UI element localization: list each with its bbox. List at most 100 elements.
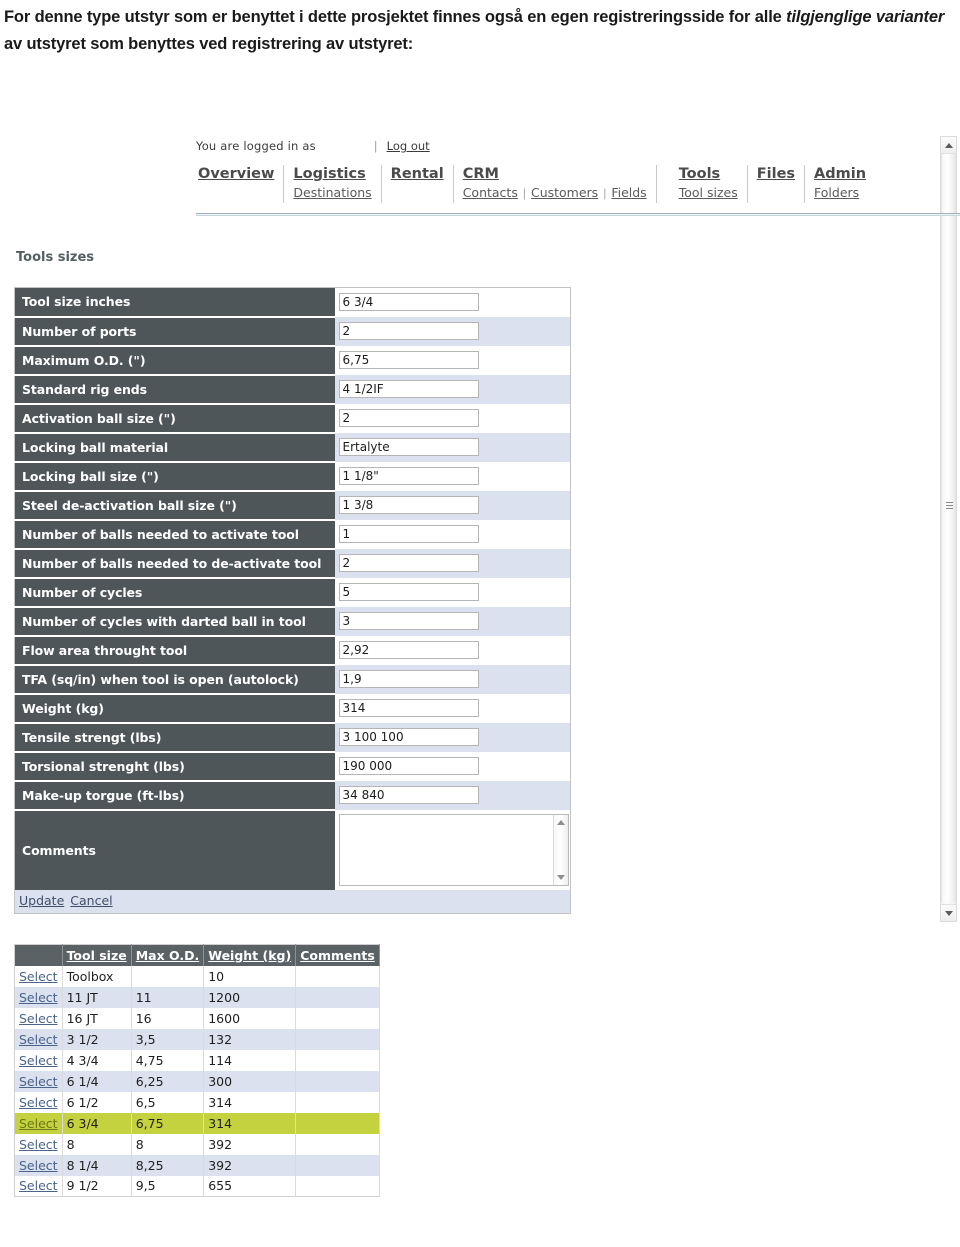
select-row-link[interactable]: Select [19, 1178, 58, 1193]
table-header-weight-kg[interactable]: Weight (kg) [203, 944, 297, 966]
form-field-input[interactable] [338, 525, 479, 543]
form-field-input[interactable] [338, 612, 479, 630]
chevron-up-icon[interactable] [556, 819, 565, 825]
select-row-link[interactable]: Select [19, 1137, 58, 1152]
table-row: Select 4 3/4 4,75 114 [14, 1049, 380, 1071]
select-row-link[interactable]: Select [19, 990, 58, 1005]
form-row-value-cell [334, 345, 571, 375]
form-row-value-cell [334, 519, 571, 549]
chevron-down-icon[interactable] [556, 874, 565, 880]
comments-scrollbar[interactable] [552, 814, 568, 885]
table-row: Select 11 JT 11 1200 [14, 986, 380, 1008]
form-field-input[interactable] [338, 670, 479, 688]
form-row-value-cell [334, 606, 571, 636]
nav-item-admin[interactable]: Admin [814, 165, 866, 184]
table-cell-comments [295, 1175, 380, 1197]
nav-item-rental[interactable]: Rental [391, 165, 444, 184]
select-row-link[interactable]: Select [19, 1011, 58, 1026]
form-field-input[interactable] [338, 728, 479, 746]
scrollbar-thumb[interactable] [941, 154, 956, 902]
table-cell-comments [295, 1070, 380, 1092]
form-row-value-cell [334, 722, 571, 752]
table-cell-tool-size: 3 1/2 [62, 1028, 132, 1050]
form-field-input[interactable] [338, 293, 479, 312]
column-sort-link[interactable]: Tool size [67, 948, 127, 963]
nav-subitems-tools: Tool sizes [679, 185, 738, 200]
form-row-value-cell [334, 461, 571, 491]
scroll-up-button[interactable] [941, 137, 956, 154]
form-row-value-cell [334, 577, 571, 607]
form-field-input[interactable] [338, 467, 479, 485]
nav-subitem-destinations[interactable]: Destinations [293, 185, 371, 200]
table-cell-comments [295, 986, 380, 1008]
form-row-value-cell [334, 287, 571, 317]
form-field-input[interactable] [338, 757, 479, 775]
logout-link[interactable]: Log out [387, 139, 430, 153]
scroll-down-button[interactable] [941, 904, 956, 921]
form-actions-cell: Update Cancel [14, 889, 571, 914]
table-cell-weight: 314 [203, 1091, 297, 1113]
table-cell-select: Select [14, 1049, 63, 1071]
form-row-label: Number of cycles [14, 577, 335, 608]
update-link[interactable]: Update [19, 893, 64, 908]
form-field-input[interactable] [338, 496, 479, 514]
nav-group-rental: Rental [380, 165, 453, 203]
table-row: Select 9 1/2 9,5 655 [14, 1175, 380, 1197]
column-sort-link[interactable]: Max O.D. [136, 948, 200, 963]
column-sort-link[interactable]: Weight (kg) [208, 948, 291, 963]
select-row-link[interactable]: Select [19, 969, 58, 984]
form-row: Torsional strenght (lbs) [14, 751, 571, 782]
comments-textarea[interactable] [338, 813, 569, 886]
select-row-link[interactable]: Select [19, 1032, 58, 1047]
cancel-link[interactable]: Cancel [70, 893, 112, 908]
form-field-input[interactable] [338, 786, 479, 804]
table-cell-select: Select [14, 1112, 63, 1134]
form-row-label: TFA (sq/in) when tool is open (autolock) [14, 664, 335, 695]
table-row: Select 6 1/2 6,5 314 [14, 1091, 380, 1113]
select-row-link[interactable]: Select [19, 1158, 58, 1173]
form-field-input[interactable] [338, 699, 479, 717]
vertical-scrollbar[interactable] [940, 136, 957, 922]
form-field-input[interactable] [338, 380, 479, 398]
table-cell-comments [295, 1112, 380, 1134]
table-header-max-o-d[interactable]: Max O.D. [131, 944, 205, 966]
table-row: Select 16 JT 16 1600 [14, 1007, 380, 1029]
select-row-link[interactable]: Select [19, 1095, 58, 1110]
column-sort-link[interactable]: Comments [300, 948, 375, 963]
nav-subitem-customers[interactable]: Customers [531, 185, 598, 200]
nav-subitem-contacts[interactable]: Contacts [463, 185, 518, 200]
table-cell-select: Select [14, 1133, 63, 1155]
form-field-input[interactable] [338, 583, 479, 601]
form-field-input[interactable] [338, 351, 479, 369]
select-row-link[interactable]: Select [19, 1053, 58, 1068]
nav-item-overview[interactable]: Overview [198, 165, 274, 184]
nav-subitem-fields[interactable]: Fields [611, 185, 646, 200]
form-row-value-cell [334, 374, 571, 404]
nav-item-tools[interactable]: Tools [679, 165, 738, 184]
select-row-link[interactable]: Select [19, 1116, 58, 1131]
table-header-comments[interactable]: Comments [295, 944, 380, 966]
table-cell-max-od: 11 [131, 986, 205, 1008]
form-field-input[interactable] [338, 409, 479, 427]
table-header-tool-size[interactable]: Tool size [62, 944, 132, 966]
form-field-input[interactable] [338, 322, 479, 340]
form-field-input[interactable] [338, 438, 479, 456]
nav-item-files[interactable]: Files [757, 165, 795, 184]
intro-text-emphasis: tilgjenglige varianter [786, 8, 945, 26]
nav-subitem-folders[interactable]: Folders [814, 185, 859, 200]
nav-item-crm[interactable]: CRM [463, 165, 647, 184]
table-cell-weight: 655 [203, 1175, 297, 1197]
table-cell-comments [295, 1091, 380, 1113]
form-field-input[interactable] [338, 641, 479, 659]
application-screenshot: You are logged in as | Log out Overview … [0, 128, 960, 1203]
select-row-link[interactable]: Select [19, 1074, 58, 1089]
nav-item-logistics[interactable]: Logistics [293, 165, 371, 184]
form-row: Tensile strengt (lbs) [14, 722, 571, 753]
form-row: Number of cycles with darted ball in too… [14, 606, 571, 637]
comments-textarea-wrap [338, 813, 569, 886]
form-field-input[interactable] [338, 554, 479, 572]
table-cell-max-od: 6,25 [131, 1070, 205, 1092]
form-row-label: Number of cycles with darted ball in too… [14, 606, 335, 637]
table-cell-tool-size: Toolbox [62, 965, 132, 987]
nav-subitem-tool-sizes[interactable]: Tool sizes [679, 185, 738, 200]
